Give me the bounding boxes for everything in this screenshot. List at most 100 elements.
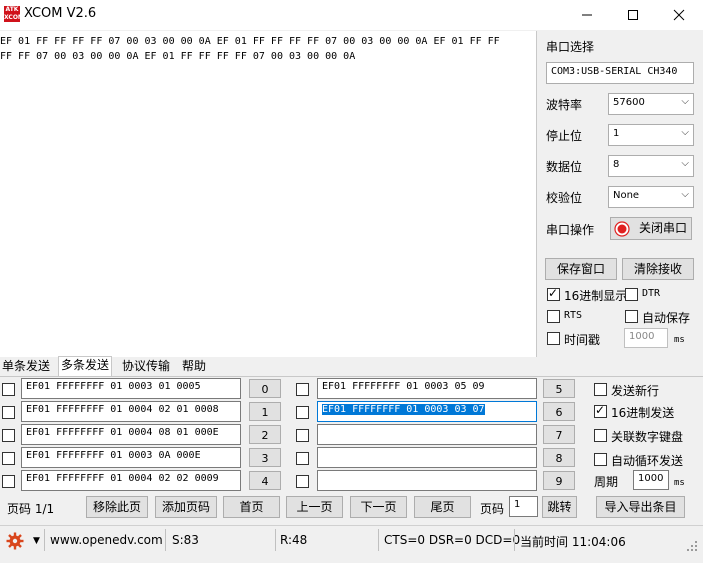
remove-page-button[interactable]: 移除此页 xyxy=(86,496,148,518)
parity-value: None xyxy=(613,190,640,201)
send-row-button[interactable]: 6 xyxy=(543,402,575,421)
send-row-checkbox[interactable] xyxy=(296,406,309,419)
tab-divider xyxy=(0,376,703,377)
send-row-checkbox[interactable] xyxy=(2,429,15,442)
parity-label: 校验位 xyxy=(546,191,583,205)
send-row-text: EF01 FFFFFFFF 01 0003 01 0005 xyxy=(26,381,201,392)
hex-display-checkbox[interactable] xyxy=(547,286,560,301)
auto-save-checkbox[interactable] xyxy=(625,310,638,323)
linked-keyboard-checkbox[interactable] xyxy=(594,429,607,442)
maximize-button[interactable] xyxy=(610,0,656,30)
data-bits-label: 数据位 xyxy=(546,160,583,174)
tab-multi-send[interactable]: 多条发送 xyxy=(58,356,113,377)
send-row-input[interactable] xyxy=(317,424,537,445)
minimize-button[interactable] xyxy=(564,0,610,30)
add-page-button[interactable]: 添加页码 xyxy=(155,496,217,518)
baud-select[interactable]: 57600 ⌵ xyxy=(608,93,694,115)
maximize-icon xyxy=(628,10,638,20)
tab-protocol[interactable]: 协议传输 xyxy=(120,358,172,376)
send-row-button[interactable]: 3 xyxy=(249,448,281,467)
send-row-checkbox[interactable] xyxy=(2,383,15,396)
modem-signals: CTS=0 DSR=0 DCD=0 xyxy=(384,533,521,547)
send-row-button[interactable]: 7 xyxy=(543,425,575,444)
timestamp-input[interactable]: 1000 xyxy=(624,328,668,348)
send-row-checkbox[interactable] xyxy=(296,452,309,465)
data-bits-select[interactable]: 8 ⌵ xyxy=(608,155,694,177)
next-page-button[interactable]: 下一页 xyxy=(350,496,407,518)
send-row-input[interactable]: EF01 FFFFFFFF 01 0003 0A 000E xyxy=(21,447,241,468)
send-row-input[interactable]: EF01 FFFFFFFF 01 0004 02 01 0008 xyxy=(21,401,241,422)
first-page-button[interactable]: 首页 xyxy=(223,496,280,518)
send-row-checkbox[interactable] xyxy=(2,452,15,465)
auto-save-label: 自动保存 xyxy=(642,311,691,325)
receive-textarea[interactable]: EF 01 FF FF FF FF 07 00 03 00 00 0A EF 0… xyxy=(0,31,537,357)
status-separator xyxy=(165,529,166,551)
auto-loop-label: 自动循环发送 xyxy=(611,454,684,468)
send-row-text: EF01 FFFFFFFF 01 0004 08 01 000E xyxy=(26,427,219,438)
port-status-icon xyxy=(614,221,630,237)
close-port-button[interactable]: 关闭串口 xyxy=(610,217,692,240)
send-row-text: EF01 FFFFFFFF 01 0003 03 07 xyxy=(322,404,485,415)
rts-checkbox[interactable] xyxy=(547,310,560,323)
send-row-checkbox[interactable] xyxy=(2,475,15,488)
send-row-input[interactable] xyxy=(317,470,537,491)
send-row-input[interactable]: EF01 FFFFFFFF 01 0003 03 07 xyxy=(317,401,537,422)
tab-single-send[interactable]: 单条发送 xyxy=(0,358,52,376)
send-row-input[interactable]: EF01 FFFFFFFF 01 0003 05 09 xyxy=(317,378,537,399)
status-separator xyxy=(44,529,45,551)
status-separator xyxy=(275,529,276,551)
hex-send-checkbox[interactable] xyxy=(594,403,607,418)
send-row-text: EF01 FFFFFFFF 01 0004 02 02 0009 xyxy=(26,473,219,484)
close-button[interactable] xyxy=(656,0,702,30)
prev-page-button[interactable]: 上一页 xyxy=(286,496,343,518)
clear-receive-button[interactable]: 清除接收 xyxy=(622,258,694,280)
received-count: R:48 xyxy=(280,533,308,547)
dtr-checkbox[interactable] xyxy=(625,288,638,301)
period-unit: ms xyxy=(674,478,685,488)
page-input[interactable]: 1 xyxy=(509,496,538,517)
menu-dropdown-icon[interactable]: ▼ xyxy=(33,536,40,546)
chevron-down-icon: ⌵ xyxy=(681,158,689,169)
resize-grip-icon[interactable] xyxy=(686,540,698,552)
chevron-down-icon: ⌵ xyxy=(681,189,689,200)
status-separator xyxy=(378,529,379,551)
send-row-button[interactable]: 0 xyxy=(249,379,281,398)
save-window-button[interactable]: 保存窗口 xyxy=(545,258,617,280)
send-row-button[interactable]: 5 xyxy=(543,379,575,398)
send-row-checkbox[interactable] xyxy=(296,429,309,442)
chevron-down-icon: ⌵ xyxy=(681,127,689,138)
import-export-button[interactable]: 导入导出条目 xyxy=(596,496,685,518)
send-row-button[interactable]: 1 xyxy=(249,402,281,421)
parity-select[interactable]: None ⌵ xyxy=(608,186,694,208)
send-row-button[interactable]: 9 xyxy=(543,471,575,490)
stop-bits-value: 1 xyxy=(613,128,620,139)
send-row-button[interactable]: 8 xyxy=(543,448,575,467)
jump-button[interactable]: 跳转 xyxy=(542,496,577,518)
send-row-button[interactable]: 2 xyxy=(249,425,281,444)
send-row-checkbox[interactable] xyxy=(296,475,309,488)
website-link[interactable]: www.openedv.com xyxy=(50,533,163,547)
send-row-checkbox[interactable] xyxy=(296,383,309,396)
chevron-down-icon: ⌵ xyxy=(681,96,689,107)
send-row-input[interactable] xyxy=(317,447,537,468)
stop-bits-select[interactable]: 1 ⌵ xyxy=(608,124,694,146)
send-row-input[interactable]: EF01 FFFFFFFF 01 0004 08 01 000E xyxy=(21,424,241,445)
data-bits-value: 8 xyxy=(613,159,620,170)
gear-icon[interactable] xyxy=(6,532,24,550)
period-input[interactable]: 1000 xyxy=(633,470,669,490)
send-row-checkbox[interactable] xyxy=(2,406,15,419)
timestamp-checkbox[interactable] xyxy=(547,332,560,345)
port-select[interactable]: COM3:USB-SERIAL CH340 xyxy=(546,62,694,84)
auto-loop-checkbox[interactable] xyxy=(594,453,607,466)
send-newline-checkbox[interactable] xyxy=(594,383,607,396)
send-row-button[interactable]: 4 xyxy=(249,471,281,490)
send-row-input[interactable]: EF01 FFFFFFFF 01 0003 01 0005 xyxy=(21,378,241,399)
timestamp-unit: ms xyxy=(674,335,685,345)
last-page-button[interactable]: 尾页 xyxy=(414,496,471,518)
minimize-icon xyxy=(582,14,592,16)
port-select-value: COM3:USB-SERIAL CH340 xyxy=(551,66,678,77)
send-row-input[interactable]: EF01 FFFFFFFF 01 0004 02 02 0009 xyxy=(21,470,241,491)
tab-help[interactable]: 帮助 xyxy=(180,358,208,376)
send-row-text: EF01 FFFFFFFF 01 0003 05 09 xyxy=(322,381,485,392)
xcom-logo-icon: ATK XCOM xyxy=(4,6,24,22)
